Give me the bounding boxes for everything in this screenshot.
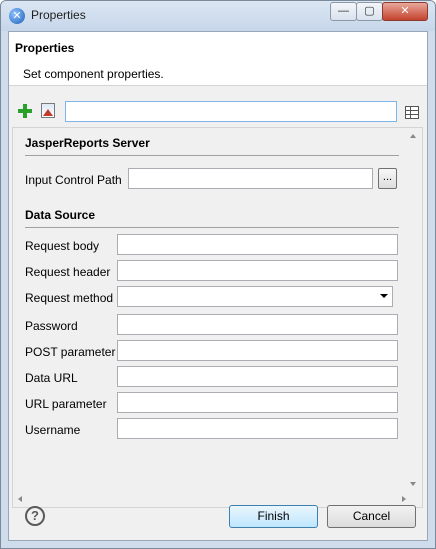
dialog-header: Properties Set component properties. [9, 32, 427, 86]
password-field[interactable] [117, 314, 398, 335]
scroll-up-icon[interactable] [410, 134, 416, 138]
maximize-button[interactable]: ▢ [356, 2, 383, 21]
table-icon[interactable] [405, 106, 419, 119]
data-url-label: Data URL [25, 371, 78, 385]
close-button[interactable]: ✕ [382, 2, 428, 21]
username-field[interactable] [117, 418, 398, 439]
properties-dialog: ✕ Properties — ▢ ✕ Properties Set compon… [0, 0, 436, 549]
header-subtitle: Set component properties. [23, 67, 164, 81]
data-source-section-title: Data Source [25, 208, 96, 222]
header-title: Properties [15, 41, 75, 55]
image-icon[interactable] [41, 103, 55, 118]
title-bar: ✕ Properties — ▢ ✕ [1, 1, 435, 31]
finish-button[interactable]: Finish [229, 505, 318, 528]
username-label: Username [25, 423, 81, 437]
minimize-button[interactable]: — [330, 2, 357, 21]
url-parameter-label: URL parameter [25, 397, 107, 411]
password-label: Password [25, 319, 78, 333]
help-icon[interactable]: ? [25, 506, 45, 526]
input-control-path-field[interactable] [128, 168, 373, 189]
server-section-divider [25, 155, 399, 156]
cancel-button[interactable]: Cancel [327, 505, 416, 528]
input-control-path-label: Input Control Path [25, 173, 122, 187]
window-title: Properties [31, 8, 86, 22]
scroll-right-icon[interactable] [402, 496, 406, 502]
request-method-select[interactable] [117, 286, 393, 307]
chevron-down-icon[interactable] [380, 294, 388, 298]
post-parameter-field[interactable] [117, 340, 398, 361]
browse-button[interactable]: ... [378, 168, 397, 189]
plus-icon[interactable] [18, 104, 32, 118]
scroll-down-icon[interactable] [410, 482, 416, 486]
request-method-label: Request method [25, 291, 114, 305]
dialog-client-area: Properties Set component properties. Jas… [8, 31, 428, 541]
component-search-input[interactable] [65, 101, 397, 122]
app-icon: ✕ [9, 8, 25, 24]
request-body-label: Request body [25, 239, 100, 253]
post-parameter-label: POST parameter [25, 345, 116, 359]
data-source-section-divider [25, 227, 399, 228]
properties-form: JasperReports Server Input Control Path … [12, 127, 423, 508]
request-body-field[interactable] [117, 234, 398, 255]
request-header-field[interactable] [117, 260, 398, 281]
url-parameter-field[interactable] [117, 392, 398, 413]
data-url-field[interactable] [117, 366, 398, 387]
request-header-label: Request header [25, 265, 111, 279]
vertical-scrollbar[interactable] [406, 128, 422, 490]
scroll-left-icon[interactable] [18, 496, 22, 502]
server-section-title: JasperReports Server [25, 136, 150, 150]
